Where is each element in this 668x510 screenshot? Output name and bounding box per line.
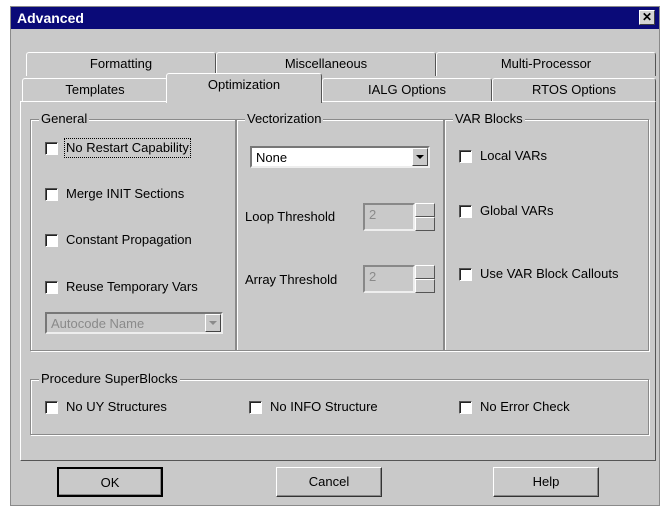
help-button[interactable]: Help bbox=[493, 467, 599, 497]
loop-threshold-label: Loop Threshold bbox=[245, 209, 336, 224]
checkbox-box[interactable] bbox=[459, 204, 472, 218]
checkbox-label: Use VAR Block Callouts bbox=[480, 266, 619, 281]
var-block-callouts-checkbox[interactable]: Use VAR Block Callouts bbox=[459, 266, 618, 282]
checkbox-label: No Error Check bbox=[480, 399, 570, 414]
close-icon[interactable]: ✕ bbox=[639, 10, 655, 25]
loop-threshold-field: 2 bbox=[363, 203, 415, 231]
array-threshold-field: 2 bbox=[363, 265, 415, 293]
tab-templates[interactable]: Templates bbox=[22, 78, 168, 102]
no-error-check-checkbox[interactable]: No Error Check bbox=[459, 399, 570, 415]
chevron-down-icon[interactable] bbox=[412, 148, 428, 166]
checkbox-label: No UY Structures bbox=[66, 399, 167, 414]
title-bar[interactable]: Advanced ✕ bbox=[11, 7, 659, 29]
checkbox-label: No INFO Structure bbox=[270, 399, 378, 414]
checkbox-box[interactable] bbox=[45, 400, 58, 414]
checkbox-box[interactable] bbox=[459, 149, 472, 163]
no-info-structure-checkbox[interactable]: No INFO Structure bbox=[249, 399, 378, 415]
general-legend: General bbox=[39, 111, 90, 126]
tab-rtos-options[interactable]: RTOS Options bbox=[492, 78, 656, 102]
no-restart-checkbox[interactable]: No Restart Capability bbox=[45, 138, 191, 158]
checkbox-box[interactable] bbox=[45, 187, 58, 201]
checkbox-label: Global VARs bbox=[480, 203, 554, 218]
spin-down-icon bbox=[415, 217, 435, 231]
procedure-superblocks-legend: Procedure SuperBlocks bbox=[39, 371, 180, 386]
checkbox-label: Local VARs bbox=[480, 148, 547, 163]
checkbox-label: Reuse Temporary Vars bbox=[66, 279, 198, 294]
spin-up-icon bbox=[415, 265, 435, 279]
checkbox-box[interactable] bbox=[249, 400, 262, 414]
global-vars-checkbox[interactable]: Global VARs bbox=[459, 203, 553, 219]
loop-threshold-spinner: 2 bbox=[363, 203, 435, 231]
vectorization-value: None bbox=[256, 150, 288, 165]
checkbox-label: No Restart Capability bbox=[64, 138, 191, 158]
autocode-name-select: Autocode Name bbox=[45, 312, 223, 334]
tab-optimization[interactable]: Optimization bbox=[166, 73, 322, 103]
local-vars-checkbox[interactable]: Local VARs bbox=[459, 148, 547, 164]
checkbox-box[interactable] bbox=[45, 233, 58, 247]
checkbox-box[interactable] bbox=[45, 141, 58, 155]
no-uy-structures-checkbox[interactable]: No UY Structures bbox=[45, 399, 167, 415]
tab-ialg-options[interactable]: IALG Options bbox=[322, 78, 492, 102]
checkbox-label: Constant Propagation bbox=[66, 232, 192, 247]
spin-down-icon bbox=[415, 279, 435, 293]
checkbox-label: Merge INIT Sections bbox=[66, 186, 185, 201]
constant-propagation-checkbox[interactable]: Constant Propagation bbox=[45, 232, 192, 248]
cancel-button[interactable]: Cancel bbox=[276, 467, 382, 497]
window-title: Advanced bbox=[17, 10, 84, 26]
optimization-panel: General No Restart Capability Merge INIT… bbox=[20, 101, 656, 461]
ok-button[interactable]: OK bbox=[57, 467, 163, 497]
autocode-name-value: Autocode Name bbox=[51, 316, 145, 331]
merge-init-checkbox[interactable]: Merge INIT Sections bbox=[45, 186, 184, 202]
checkbox-box[interactable] bbox=[45, 280, 58, 294]
vectorization-legend: Vectorization bbox=[245, 111, 324, 126]
reuse-temp-vars-checkbox[interactable]: Reuse Temporary Vars bbox=[45, 279, 198, 295]
spin-up-icon bbox=[415, 203, 435, 217]
checkbox-box[interactable] bbox=[459, 400, 472, 414]
array-threshold-label: Array Threshold bbox=[245, 272, 338, 287]
array-threshold-spinner: 2 bbox=[363, 265, 435, 293]
vectorization-select[interactable]: None bbox=[250, 146, 430, 168]
var-blocks-legend: VAR Blocks bbox=[453, 111, 525, 126]
checkbox-box[interactable] bbox=[459, 267, 472, 281]
tab-multi-processor[interactable]: Multi-Processor bbox=[436, 52, 656, 76]
chevron-down-icon bbox=[205, 314, 221, 332]
